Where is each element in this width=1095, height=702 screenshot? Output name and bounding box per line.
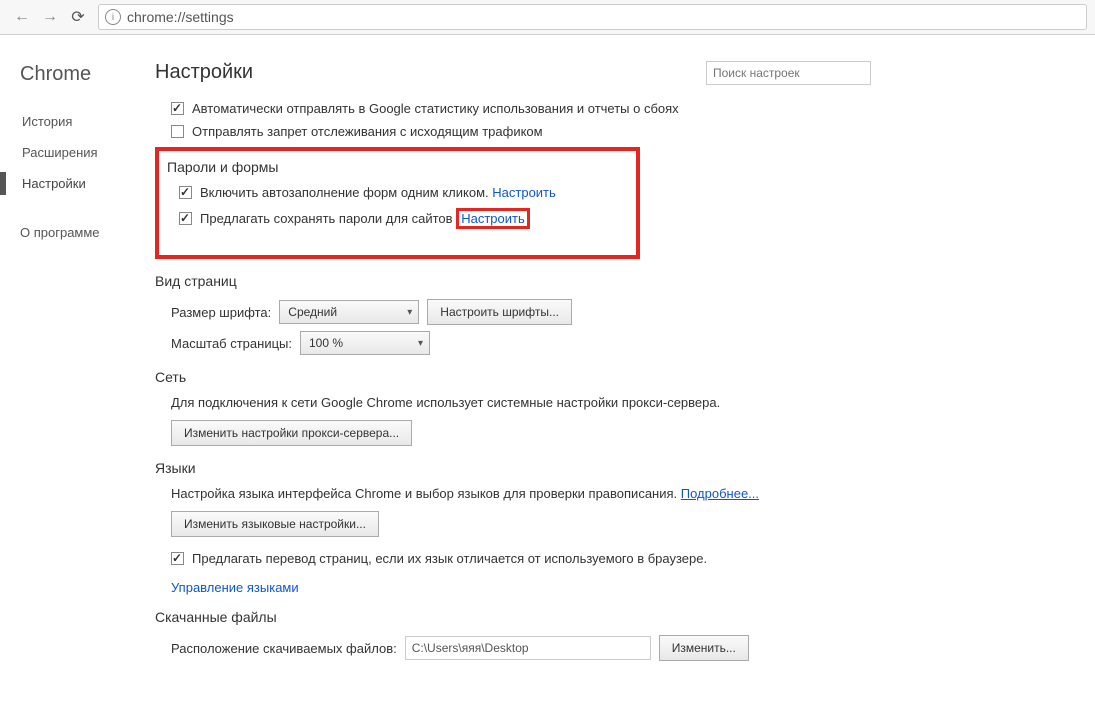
label-translate: Предлагать перевод страниц, если их язык… bbox=[192, 551, 707, 566]
page-title: Настройки bbox=[155, 61, 253, 84]
brand-label: Chrome bbox=[20, 63, 155, 86]
main-panel: Настройки Автоматически отправлять в Goo… bbox=[155, 35, 1095, 702]
network-desc: Для подключения к сети Google Chrome исп… bbox=[171, 395, 1075, 410]
checkbox-send-stats[interactable] bbox=[171, 102, 184, 115]
row-send-stats[interactable]: Автоматически отправлять в Google статис… bbox=[171, 101, 1075, 116]
row-dnt[interactable]: Отправлять запрет отслеживания с исходящ… bbox=[171, 124, 1075, 139]
section-downloads: Скачанные файлы Расположение скачиваемых… bbox=[155, 609, 1075, 661]
highlight-passwords-section: Пароли и формы Включить автозаполнение ф… bbox=[155, 147, 640, 259]
section-heading-languages: Языки bbox=[155, 460, 1075, 476]
link-manage-languages[interactable]: Управление языками bbox=[171, 580, 299, 595]
link-autofill-settings[interactable]: Настроить bbox=[492, 185, 556, 200]
checkbox-translate[interactable] bbox=[171, 552, 184, 565]
section-network: Сеть Для подключения к сети Google Chrom… bbox=[155, 369, 1075, 446]
row-savepw[interactable]: Предлагать сохранять пароли для сайтов Н… bbox=[179, 208, 628, 229]
search-settings-input[interactable] bbox=[706, 61, 871, 85]
label-dnt: Отправлять запрет отслеживания с исходящ… bbox=[192, 124, 543, 139]
label-download-location: Расположение скачиваемых файлов: bbox=[171, 641, 397, 656]
button-customize-fonts[interactable]: Настроить шрифты... bbox=[427, 299, 572, 325]
select-fontsize[interactable]: Средний bbox=[279, 300, 419, 324]
reload-button[interactable]: ⟳ bbox=[64, 3, 92, 31]
sidebar-item-about[interactable]: О программе bbox=[20, 225, 155, 240]
link-savepw-settings[interactable]: Настроить bbox=[461, 211, 525, 226]
button-change-download-location[interactable]: Изменить... bbox=[659, 635, 749, 661]
browser-toolbar: ← → ⟳ i chrome://settings bbox=[0, 0, 1095, 35]
checkbox-savepw[interactable] bbox=[179, 212, 192, 225]
row-autofill[interactable]: Включить автозаполнение форм одним клико… bbox=[179, 185, 628, 200]
section-webcontent: Вид страниц Размер шрифта: Средний Настр… bbox=[155, 273, 1075, 355]
section-heading-webcontent: Вид страниц bbox=[155, 273, 1075, 289]
link-languages-more[interactable]: Подробнее... bbox=[681, 486, 759, 501]
back-button[interactable]: ← bbox=[8, 3, 36, 31]
label-send-stats: Автоматически отправлять в Google статис… bbox=[192, 101, 679, 116]
section-heading-downloads: Скачанные файлы bbox=[155, 609, 1075, 625]
sidebar-item-settings[interactable]: Настройки bbox=[20, 170, 155, 197]
section-heading-network: Сеть bbox=[155, 369, 1075, 385]
select-zoom[interactable]: 100 % bbox=[300, 331, 430, 355]
sidebar: Chrome История Расширения Настройки О пр… bbox=[0, 35, 155, 702]
label-autofill: Включить автозаполнение форм одним клико… bbox=[200, 185, 489, 200]
label-savepw: Предлагать сохранять пароли для сайтов bbox=[200, 211, 453, 226]
section-heading-passwords: Пароли и формы bbox=[167, 159, 628, 175]
site-info-icon[interactable]: i bbox=[105, 9, 121, 25]
button-proxy-settings[interactable]: Изменить настройки прокси-сервера... bbox=[171, 420, 412, 446]
input-download-location[interactable]: C:\Users\яяя\Desktop bbox=[405, 636, 651, 660]
sidebar-item-extensions[interactable]: Расширения bbox=[20, 139, 155, 166]
address-bar[interactable]: i chrome://settings bbox=[98, 4, 1087, 30]
label-zoom: Масштаб страницы: bbox=[171, 336, 292, 351]
button-language-settings[interactable]: Изменить языковые настройки... bbox=[171, 511, 379, 537]
section-languages: Языки Настройка языка интерфейса Chrome … bbox=[155, 460, 1075, 595]
highlight-savepw-link: Настроить bbox=[456, 208, 530, 229]
checkbox-dnt[interactable] bbox=[171, 125, 184, 138]
languages-desc: Настройка языка интерфейса Chrome и выбо… bbox=[171, 486, 677, 501]
forward-button[interactable]: → bbox=[36, 3, 64, 31]
checkbox-autofill[interactable] bbox=[179, 186, 192, 199]
row-translate[interactable]: Предлагать перевод страниц, если их язык… bbox=[171, 551, 1075, 566]
sidebar-item-history[interactable]: История bbox=[20, 108, 155, 135]
label-fontsize: Размер шрифта: bbox=[171, 305, 271, 320]
url-text: chrome://settings bbox=[127, 9, 234, 25]
